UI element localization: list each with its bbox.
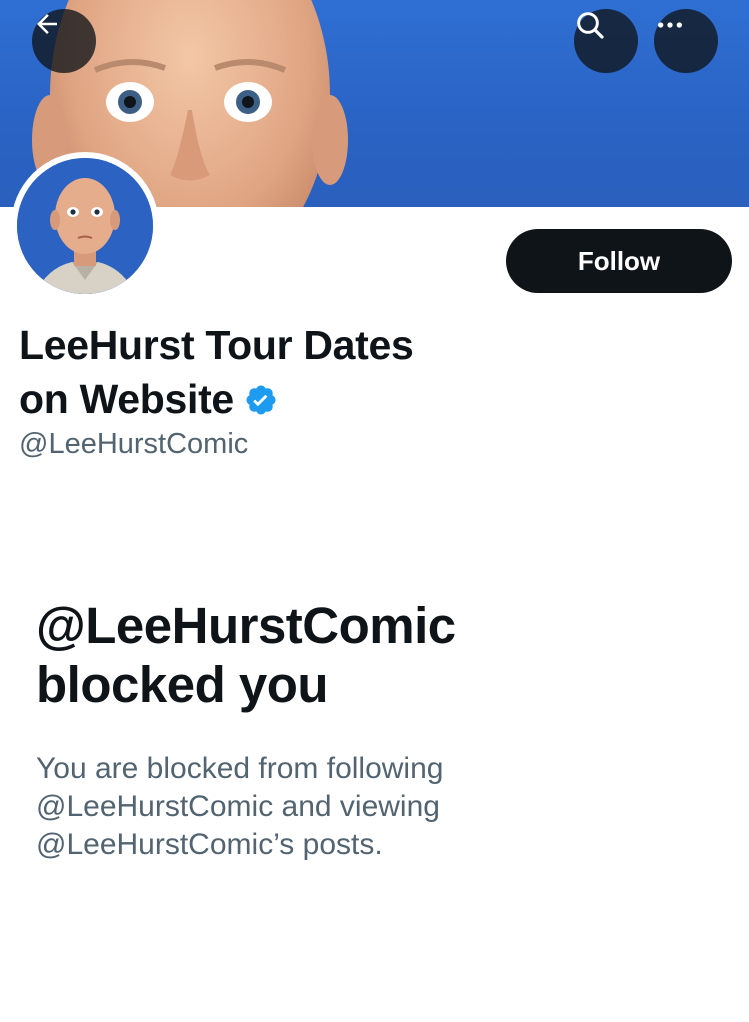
follow-button[interactable]: Follow xyxy=(506,229,732,293)
more-horizontal-icon xyxy=(658,22,682,28)
profile-avatar[interactable] xyxy=(11,152,159,300)
arrow-left-icon xyxy=(37,14,57,34)
verified-badge-icon[interactable] xyxy=(244,376,278,430)
search-button[interactable] xyxy=(574,9,638,73)
blocked-description: You are blocked from following @LeeHurst… xyxy=(36,750,636,864)
avatar-photo xyxy=(17,158,153,294)
blocked-title-line1: @LeeHurstComic xyxy=(36,597,456,654)
back-button[interactable] xyxy=(32,9,96,73)
blocked-description-line1: You are blocked from following xyxy=(36,752,444,785)
blocked-description-line3: @LeeHurstComic’s posts. xyxy=(36,828,383,861)
blocked-title-line2: blocked you xyxy=(36,656,329,713)
search-icon xyxy=(577,12,604,39)
display-name-line2: on Website xyxy=(19,376,234,422)
more-options-button[interactable] xyxy=(654,9,718,73)
profile-handle: @LeeHurstComic xyxy=(19,428,249,460)
display-name-line1: LeeHurst Tour Dates xyxy=(19,322,414,368)
blocked-title: @LeeHurstComic blocked you xyxy=(36,596,716,714)
profile-display-name: LeeHurst Tour Dates on Website xyxy=(19,318,539,430)
profile-page: Follow LeeHurst Tour Dates on Website @L… xyxy=(0,0,749,1022)
blocked-description-line2: @LeeHurstComic and viewing xyxy=(36,790,440,823)
